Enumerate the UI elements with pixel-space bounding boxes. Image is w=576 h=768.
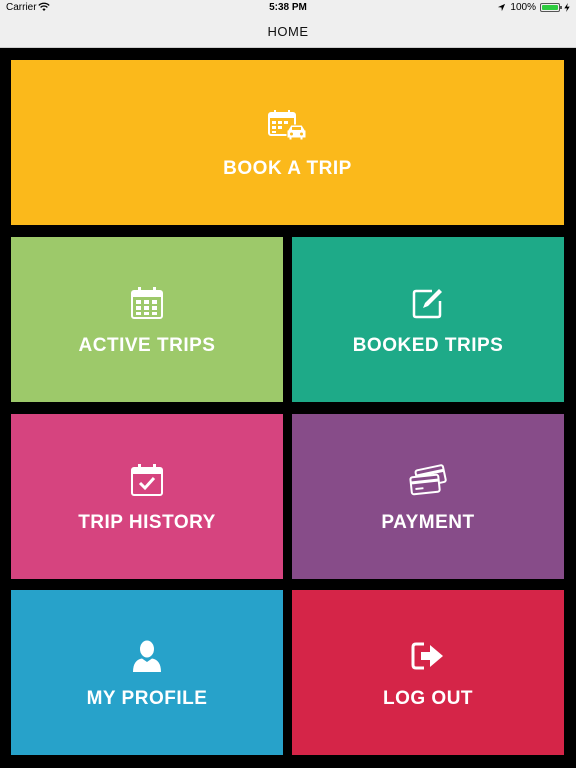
trip-history-label: TRIP HISTORY — [78, 511, 216, 533]
calendar-car-icon — [267, 106, 308, 146]
booked-trips-tile[interactable]: BOOKED TRIPS — [292, 237, 564, 402]
calendar-check-icon — [127, 460, 167, 500]
log-out-label: LOG OUT — [382, 687, 474, 709]
book-trip-tile[interactable]: BOOK A TRIP — [11, 60, 564, 225]
edit-icon — [408, 283, 448, 323]
booked-trips-label: BOOKED TRIPS — [352, 334, 504, 356]
book-trip-label: BOOK A TRIP — [223, 157, 352, 179]
payment-label: PAYMENT — [381, 511, 475, 533]
status-bar: Carrier 5:38 PM 100% — [0, 0, 576, 16]
payment-tile[interactable]: PAYMENT — [292, 414, 564, 579]
battery-fill — [542, 5, 558, 10]
location-arrow-icon — [498, 3, 506, 12]
active-trips-label: ACTIVE TRIPS — [78, 334, 216, 356]
calendar-icon — [127, 283, 167, 323]
trip-history-tile[interactable]: TRIP HISTORY — [11, 414, 283, 579]
sign-out-icon — [408, 636, 448, 676]
charging-bolt-icon — [564, 3, 570, 12]
my-profile-tile[interactable]: MY PROFILE — [11, 590, 283, 755]
navigation-bar: HOME — [0, 16, 576, 48]
active-trips-tile[interactable]: ACTIVE TRIPS — [11, 237, 283, 402]
my-profile-label: MY PROFILE — [86, 687, 208, 709]
user-icon — [127, 636, 167, 676]
page-title: HOME — [267, 24, 309, 39]
status-right: 100% — [497, 2, 570, 13]
credit-cards-icon — [408, 460, 448, 500]
battery-percent: 100% — [510, 2, 536, 13]
battery-icon — [540, 3, 562, 12]
log-out-tile[interactable]: LOG OUT — [292, 590, 564, 755]
clock: 5:38 PM — [269, 2, 307, 13]
